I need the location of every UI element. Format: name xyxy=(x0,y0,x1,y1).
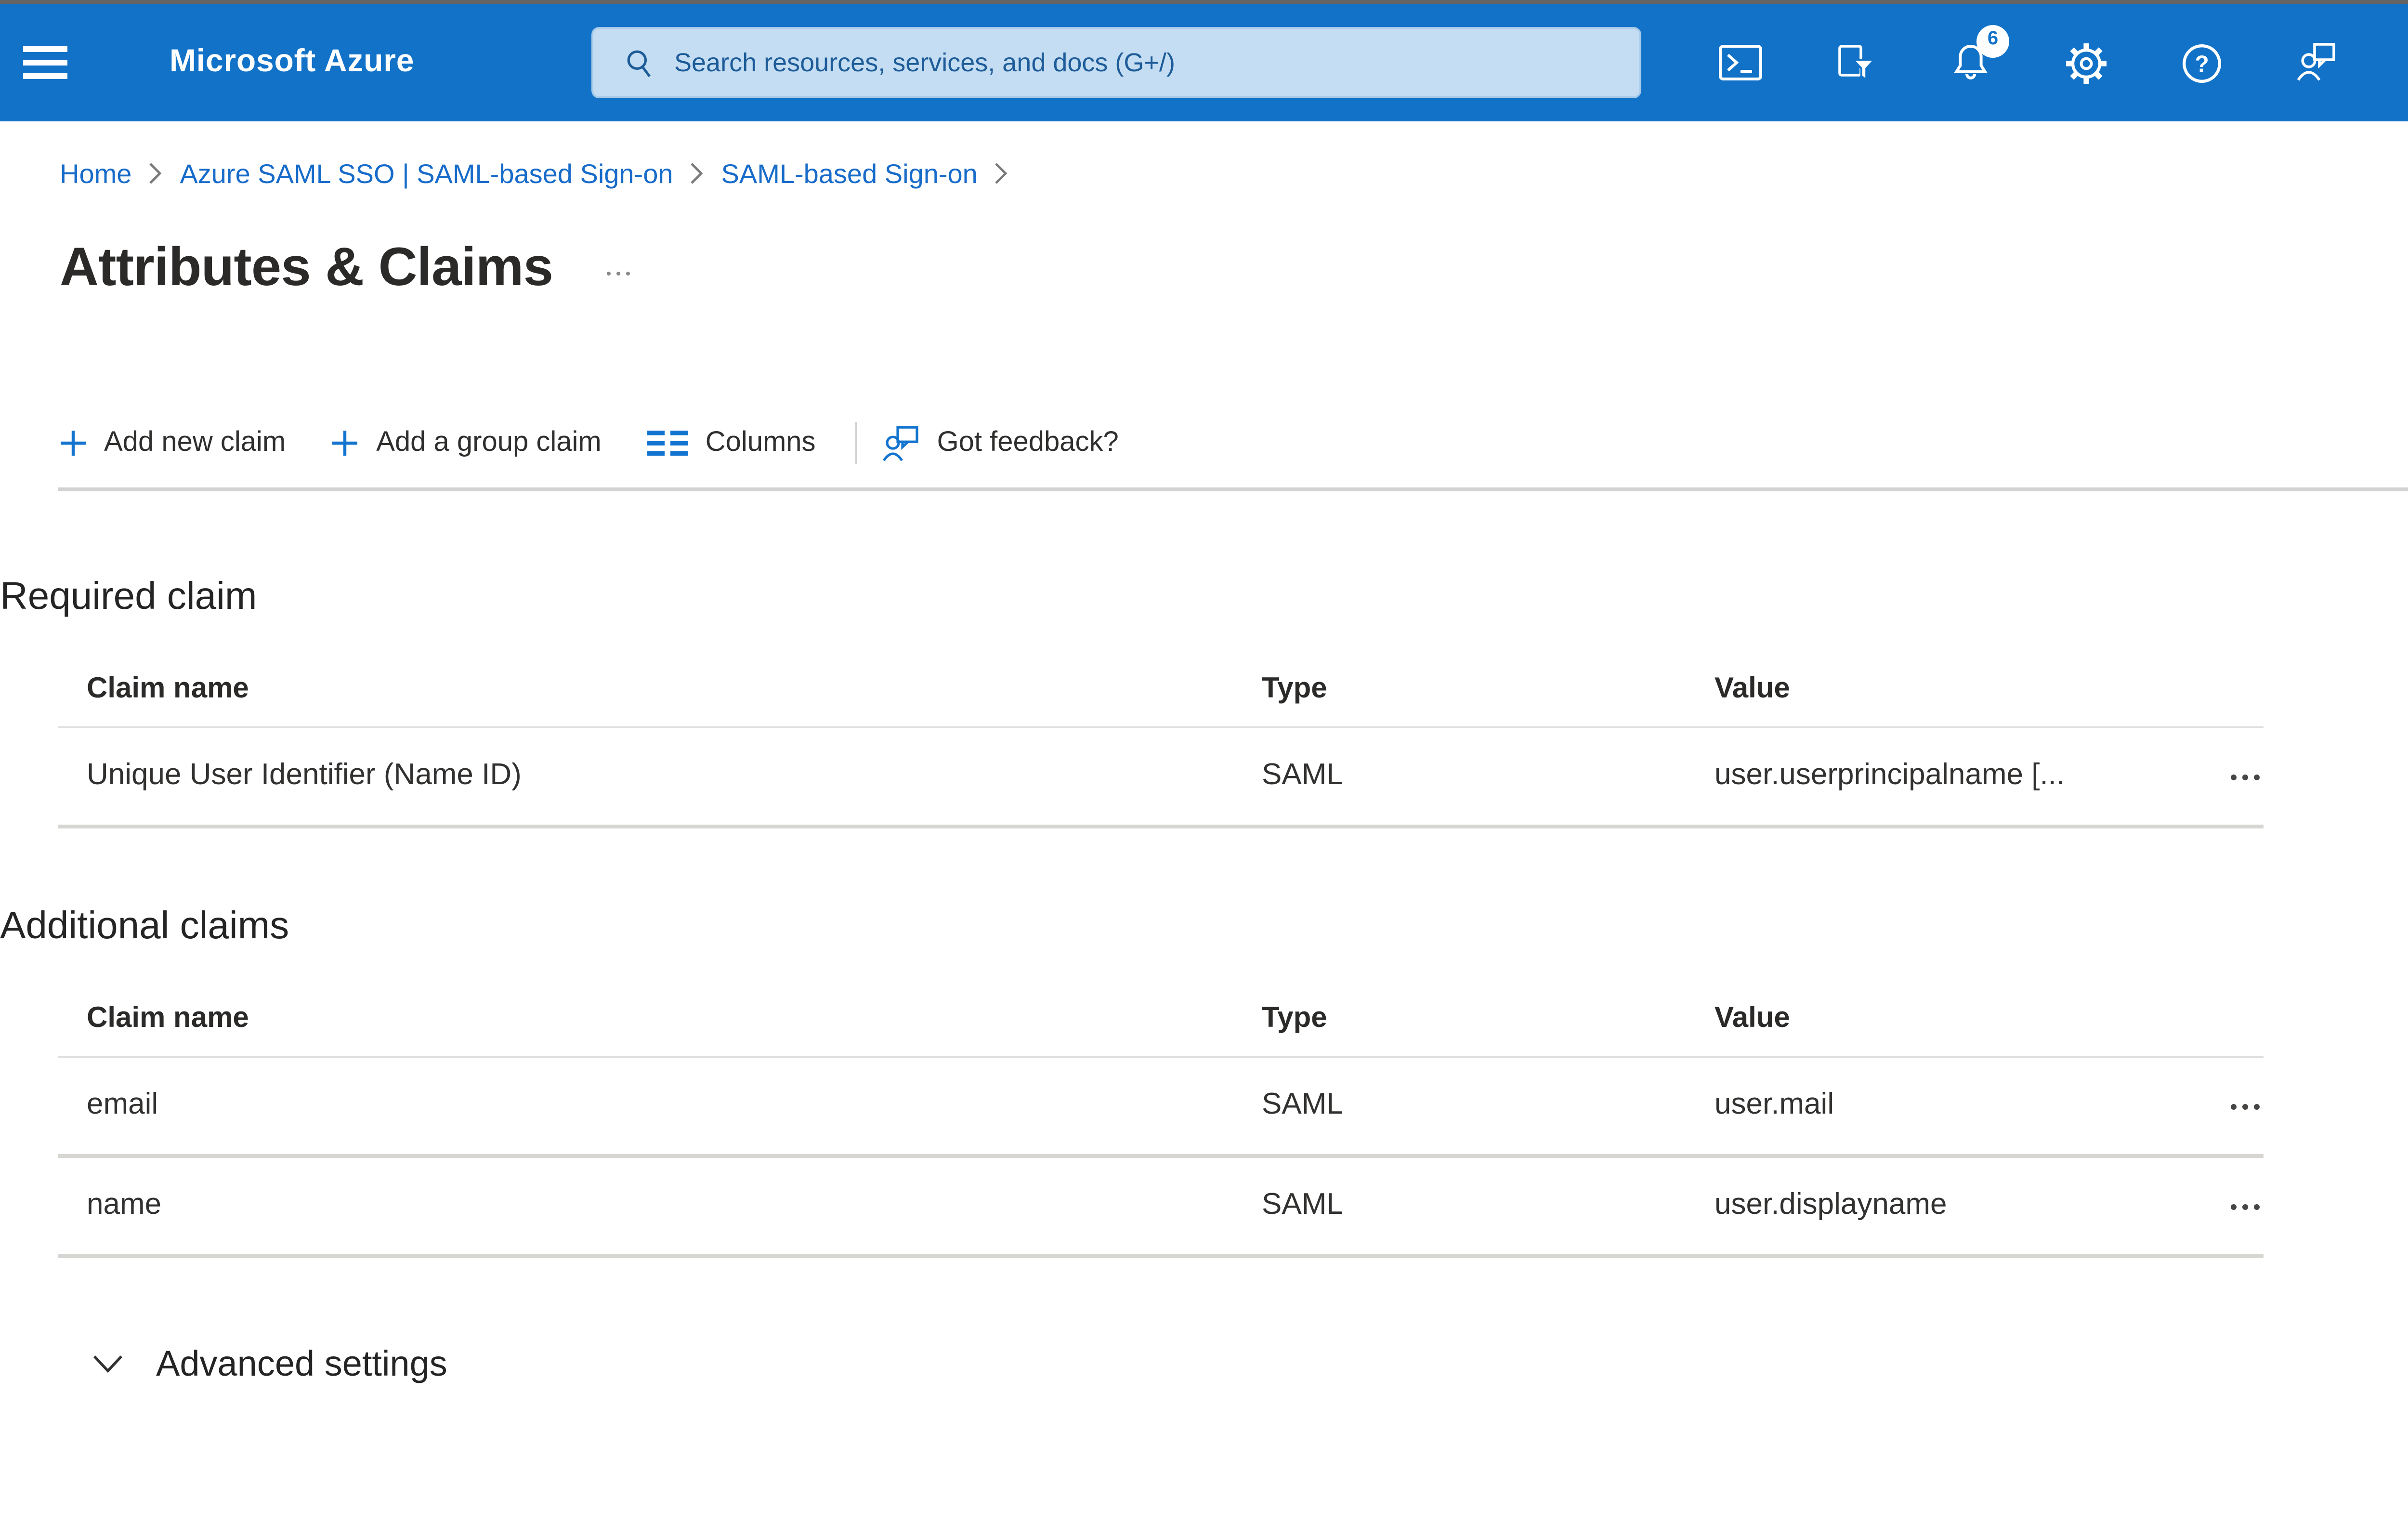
chevron-right-icon xyxy=(149,162,162,185)
table-row[interactable]: Unique User Identifier (Name ID) SAML us… xyxy=(58,728,2264,828)
col-claim-name: Claim name xyxy=(87,1002,249,1035)
advanced-settings-toggle[interactable]: Advanced settings xyxy=(92,1343,447,1385)
chevron-down-icon xyxy=(93,1355,123,1373)
required-claim-table: Claim name Type Value Unique User Identi… xyxy=(58,672,2264,828)
filter-icon xyxy=(1837,44,1875,81)
columns-button[interactable]: Columns xyxy=(647,428,837,459)
breadcrumb: Home Azure SAML SSO | SAML-based Sign-on… xyxy=(60,152,2408,195)
azure-portal-page: Microsoft Azure Search resources, servic… xyxy=(0,0,2408,1524)
command-toolbar: Add new claim Add a group claim Columns xyxy=(60,414,2408,472)
col-type: Type xyxy=(1262,672,1327,705)
cloud-shell-button[interactable] xyxy=(1705,20,1774,105)
global-search-box xyxy=(591,27,1641,98)
add-group-claim-label: Add a group claim xyxy=(376,428,602,459)
cell-value: user.userprincipalname [... xyxy=(1714,759,2065,792)
columns-label: Columns xyxy=(705,428,816,459)
row-menu-button[interactable] xyxy=(2227,762,2264,791)
cell-value: user.displayname xyxy=(1714,1189,1947,1222)
plus-icon xyxy=(333,431,358,456)
table-row[interactable]: email SAML user.mail xyxy=(58,1058,2264,1158)
svg-text:?: ? xyxy=(2195,51,2209,76)
col-value: Value xyxy=(1714,1002,1790,1035)
got-feedback-button[interactable]: Got feedback? xyxy=(883,425,1140,461)
required-claim-heading: Required claim xyxy=(0,576,257,618)
person-feedback-icon xyxy=(2297,43,2335,81)
breadcrumb-app[interactable]: Azure SAML SSO | SAML-based Sign-on xyxy=(180,152,673,195)
chevron-right-icon xyxy=(995,162,1008,185)
topbar: Microsoft Azure Search resources, servic… xyxy=(0,4,2408,121)
table-header-row: Claim name Type Value xyxy=(58,672,2264,728)
col-claim-name: Claim name xyxy=(87,672,249,705)
feedback-person-icon xyxy=(883,425,919,460)
ellipsis-icon xyxy=(607,272,612,276)
help-button[interactable]: ? xyxy=(2167,20,2237,105)
toolbar-separator xyxy=(856,422,858,464)
ellipsis-icon xyxy=(2231,1103,2237,1109)
breadcrumb-home[interactable]: Home xyxy=(60,152,131,195)
ellipsis-icon xyxy=(2231,1203,2237,1209)
cell-claim-name: Unique User Identifier (Name ID) xyxy=(87,759,522,792)
got-feedback-label: Got feedback? xyxy=(937,428,1119,459)
advanced-settings-label: Advanced settings xyxy=(156,1343,447,1383)
cloud-shell-icon xyxy=(1718,45,1761,80)
window-top-edge xyxy=(0,0,2408,4)
cell-value: user.mail xyxy=(1714,1089,1834,1121)
table-header-row: Claim name Type Value xyxy=(58,1002,2264,1058)
feedback-button[interactable] xyxy=(2283,20,2352,105)
help-icon: ? xyxy=(2183,43,2221,82)
ellipsis-icon xyxy=(2231,774,2237,779)
row-menu-button[interactable] xyxy=(2227,1192,2264,1221)
plus-icon xyxy=(61,431,86,456)
required-claim-section: Required claim Claim name Type Value Uni… xyxy=(0,572,2408,828)
col-value: Value xyxy=(1714,672,1790,705)
more-options-button[interactable] xyxy=(599,264,638,284)
cell-claim-name: email xyxy=(87,1089,158,1121)
breadcrumb-saml-signon[interactable]: SAML-based Sign-on xyxy=(721,152,978,195)
page-title: Attributes & Claims xyxy=(60,237,553,297)
gear-icon xyxy=(2066,42,2107,83)
add-group-claim-button[interactable]: Add a group claim xyxy=(332,428,623,459)
search-icon xyxy=(627,49,651,76)
directory-filter-button[interactable] xyxy=(1820,20,1890,105)
cell-type: SAML xyxy=(1262,1189,1343,1222)
col-type: Type xyxy=(1262,1002,1327,1035)
toolbar-divider xyxy=(58,487,2408,491)
additional-claims-table: Claim name Type Value email SAML user.ma… xyxy=(58,1002,2264,1258)
chevron-right-icon xyxy=(691,162,704,185)
additional-claims-section: Additional claims Claim name Type Value … xyxy=(0,902,2408,1258)
cell-claim-name: name xyxy=(87,1189,162,1222)
hamburger-icon xyxy=(22,46,66,79)
add-new-claim-button[interactable]: Add new claim xyxy=(60,428,307,459)
table-row[interactable]: name SAML user.displayname xyxy=(58,1158,2264,1258)
cell-type: SAML xyxy=(1262,759,1343,792)
search-input[interactable] xyxy=(670,46,1620,79)
notifications-button[interactable]: 6 xyxy=(1936,20,2009,105)
settings-button[interactable] xyxy=(2052,20,2121,105)
notification-badge: 6 xyxy=(1976,24,2009,57)
additional-claims-heading: Additional claims xyxy=(0,906,289,948)
azure-logo[interactable]: Microsoft Azure xyxy=(170,44,414,81)
cell-type: SAML xyxy=(1262,1089,1343,1121)
row-menu-button[interactable] xyxy=(2227,1091,2264,1120)
topbar-icon-group: 6 ? xyxy=(1705,4,2352,121)
add-new-claim-label: Add new claim xyxy=(104,428,286,459)
columns-icon xyxy=(647,431,688,456)
title-row: Attributes & Claims xyxy=(60,229,2408,306)
hamburger-menu-button[interactable] xyxy=(0,4,89,121)
